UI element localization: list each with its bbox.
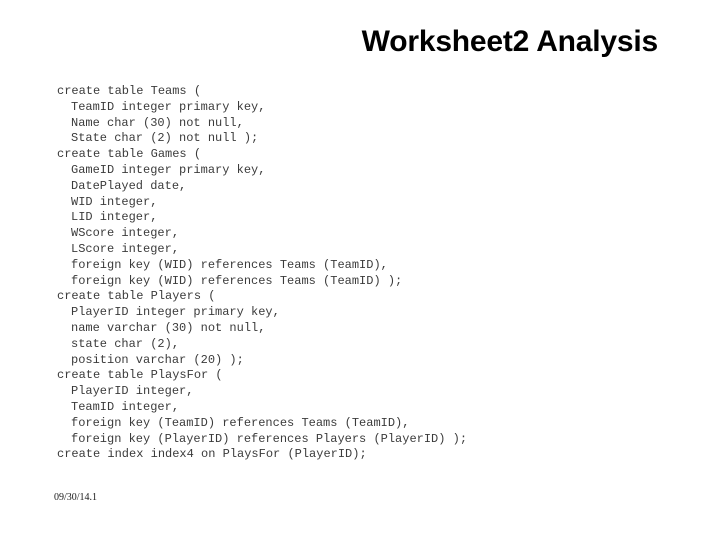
code-line: PlayerID integer,: [71, 384, 194, 399]
code-line: LID integer,: [71, 210, 158, 225]
code-line: LScore integer,: [71, 241, 180, 256]
code-line: WScore integer,: [71, 226, 180, 241]
slide-canvas: Worksheet2 Analysis create table Teams (…: [0, 0, 720, 540]
code-line: GameID integer primary key,: [71, 162, 266, 177]
code-line: Name char (30) not null,: [71, 115, 244, 130]
code-line: foreign key (TeamID) references Teams (T…: [71, 415, 410, 430]
code-line: PlayerID integer primary key,: [71, 305, 280, 320]
code-line: foreign key (WID) references Teams (Team…: [71, 257, 388, 272]
code-line: create table Players (: [57, 289, 216, 304]
code-line: DatePlayed date,: [71, 178, 187, 193]
page-title: Worksheet2 Analysis: [361, 25, 659, 58]
code-line: state char (2),: [71, 336, 180, 351]
code-line: create table PlaysFor (: [57, 368, 223, 383]
code-line: name varchar (30) not null,: [71, 320, 266, 335]
code-line: create table Games (: [57, 147, 202, 162]
code-line: State char (2) not null );: [71, 131, 259, 146]
code-line: WID integer,: [71, 194, 158, 209]
sql-code-block: create table Teams (TeamID integer prima…: [57, 84, 677, 463]
code-line: foreign key (WID) references Teams (Team…: [71, 273, 403, 288]
code-line: create index index4 on PlaysFor (PlayerI…: [57, 447, 367, 462]
code-line: TeamID integer,: [71, 399, 180, 414]
code-line: foreign key (PlayerID) references Player…: [71, 431, 468, 446]
code-line: create table Teams (: [57, 84, 202, 98]
code-line: TeamID integer primary key,: [71, 99, 266, 114]
code-line: position varchar (20) );: [71, 352, 244, 367]
footer-date: 09/30/14.1: [54, 492, 98, 503]
